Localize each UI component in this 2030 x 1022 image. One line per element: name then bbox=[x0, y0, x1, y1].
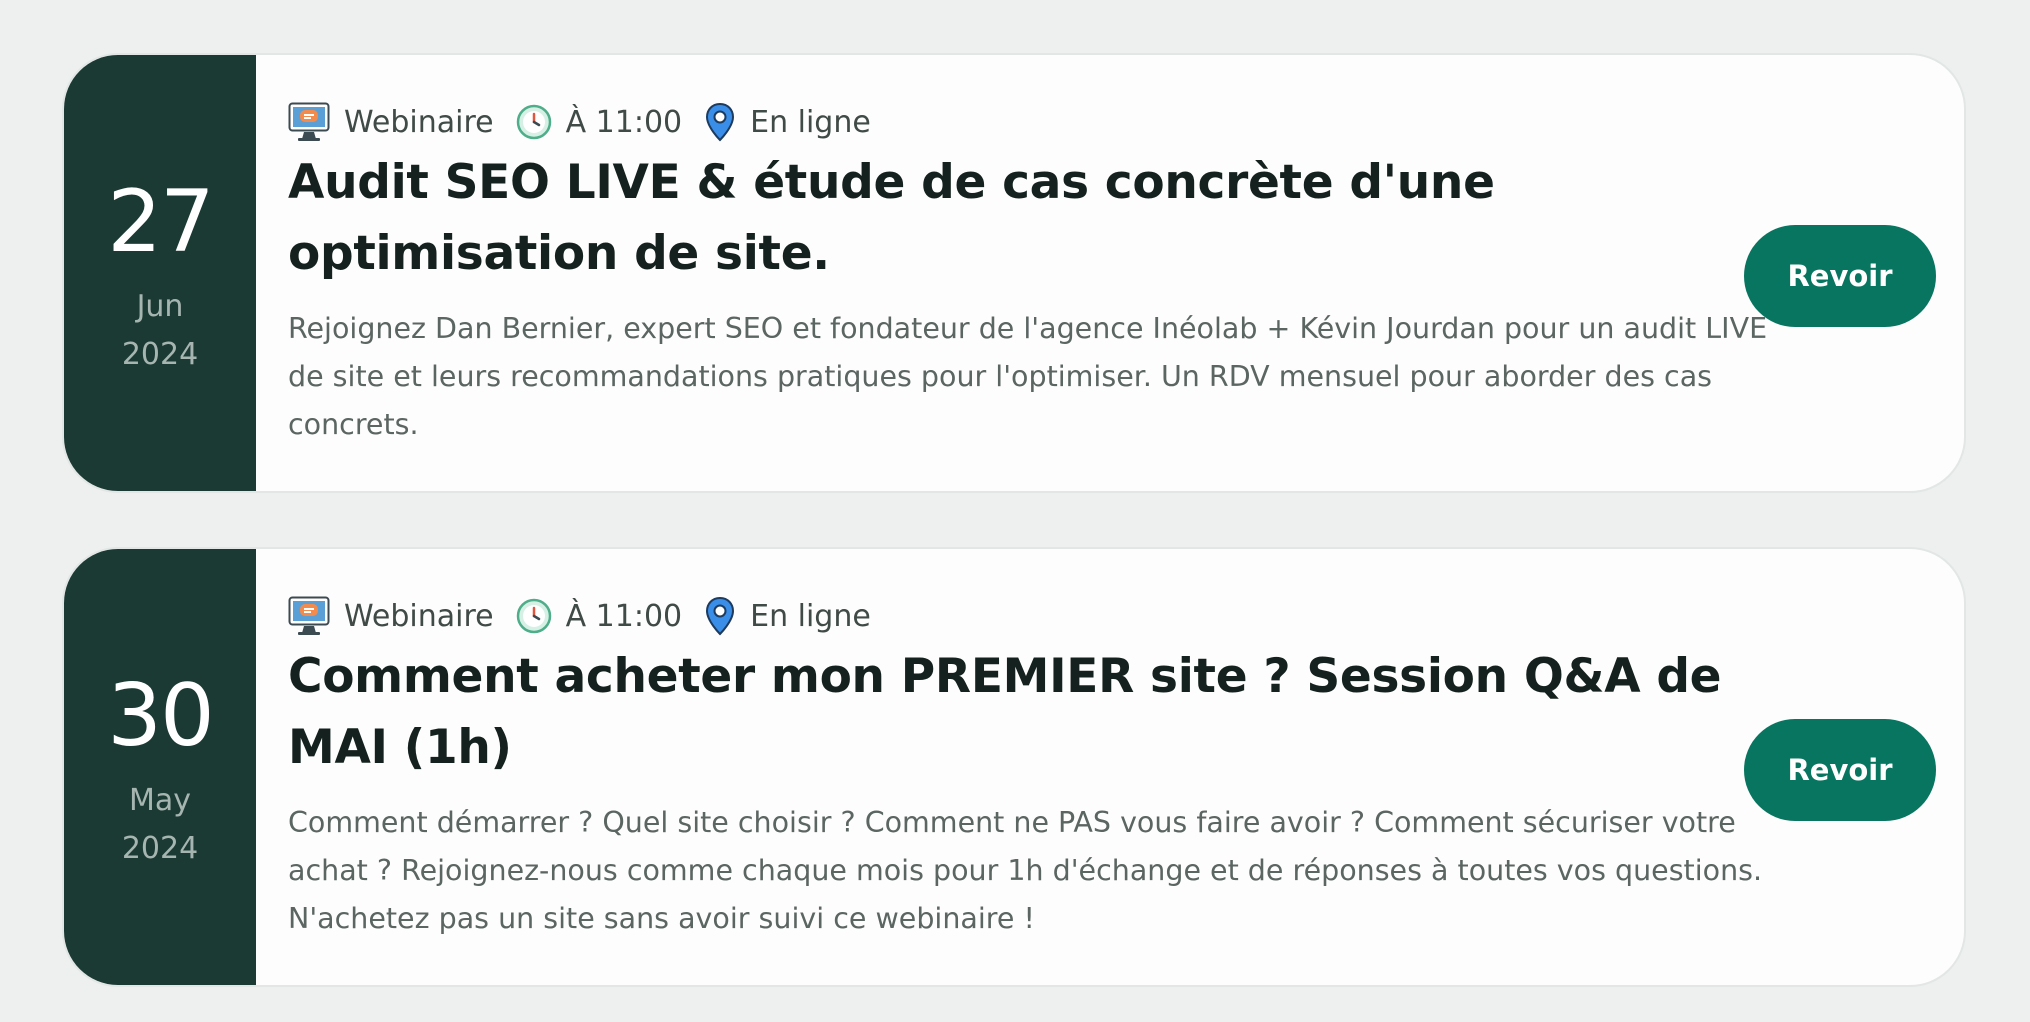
event-type: Webinaire bbox=[288, 596, 494, 636]
event-description: Comment démarrer ? Quel site choisir ? C… bbox=[288, 806, 1763, 935]
revoir-button[interactable]: Revoir bbox=[1744, 225, 1936, 327]
date-day: 30 bbox=[107, 666, 214, 766]
event-meta: Webinaire À 11:00 En ligne bbox=[288, 99, 871, 145]
date-year: 2024 bbox=[121, 831, 199, 866]
event-content: Webinaire À 11:00 bbox=[288, 549, 1768, 985]
event-location: En ligne bbox=[704, 102, 871, 142]
event-card: 30 May 2024 Webinaire À 11:00 En ligne C… bbox=[62, 547, 1966, 987]
date-year: 2024 bbox=[121, 337, 199, 372]
event-time: À 11:00 bbox=[516, 598, 683, 634]
event-time-label: À 11:00 bbox=[565, 104, 683, 140]
clock-icon bbox=[516, 598, 552, 634]
clock-icon bbox=[516, 104, 552, 140]
date-month: May bbox=[128, 783, 192, 818]
event-card: 27 Jun 2024 Webinaire À 11:00 En ligne A… bbox=[62, 53, 1966, 493]
map-pin-icon bbox=[704, 596, 736, 636]
event-meta: Webinaire À 11:00 En ligne bbox=[288, 593, 871, 639]
event-location-label: En ligne bbox=[750, 598, 871, 634]
event-time: À 11:00 bbox=[516, 104, 683, 140]
event-title: Audit SEO LIVE & étude de cas concrète d… bbox=[288, 155, 1495, 281]
date-month: Jun bbox=[136, 289, 184, 324]
event-type-label: Webinaire bbox=[344, 104, 494, 140]
event-location-label: En ligne bbox=[750, 104, 871, 140]
event-type: Webinaire bbox=[288, 102, 494, 142]
monitor-icon bbox=[288, 596, 330, 636]
map-pin-icon bbox=[704, 102, 736, 142]
monitor-icon bbox=[288, 102, 330, 142]
event-description: Rejoignez Dan Bernier, expert SEO et fon… bbox=[288, 312, 1768, 441]
revoir-button[interactable]: Revoir bbox=[1744, 719, 1936, 821]
event-time-label: À 11:00 bbox=[565, 598, 683, 634]
event-content: Webinaire À 11:00 bbox=[288, 55, 1768, 491]
event-title: Comment acheter mon PREMIER site ? Sessi… bbox=[288, 649, 1722, 775]
date-block: 30 May 2024 bbox=[64, 549, 256, 985]
date-block: 27 Jun 2024 bbox=[64, 55, 256, 491]
event-type-label: Webinaire bbox=[344, 598, 494, 634]
date-day: 27 bbox=[107, 172, 214, 272]
event-location: En ligne bbox=[704, 596, 871, 636]
